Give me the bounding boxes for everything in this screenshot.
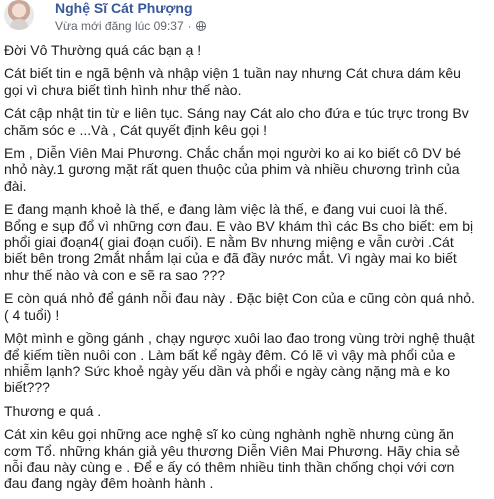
paragraph-line: phổi giai đoạn4( giai đoạn cuối). E nằm … <box>4 234 454 251</box>
paragraph-line: đau đang ngày đêm hoành hành . <box>4 475 214 492</box>
post-timestamp[interactable]: Vừa mới đăng lúc 09:37 <box>55 19 184 33</box>
paragraph-line: Đời Vô Thường quá các bạn ạ ! <box>4 42 202 58</box>
globe-icon[interactable] <box>195 21 206 31</box>
paragraph-line: nhỏ này.1 gương mặt rất quen thuộc của p… <box>4 161 460 178</box>
paragraph-line: Cát cập nhật tin từ e liên tục. Sáng nay… <box>4 105 469 122</box>
paragraph-line: biết bên trong 2mắt nhắm lại của e đã đầ… <box>4 250 457 267</box>
post-paragraph: Cát cập nhật tin từ e liên tục. Sáng nay… <box>4 105 490 138</box>
post-paragraph: Cát biết tin e ngã bệnh và nhập viện 1 t… <box>4 65 490 98</box>
post-paragraph: E đang mạnh khoẻ là thế, e đang làm việc… <box>4 201 490 283</box>
author-name[interactable]: Nghệ Sĩ Cát Phượng <box>55 0 193 16</box>
post-paragraph: Thương e quá . <box>4 403 490 419</box>
meta-separator: · <box>187 19 192 33</box>
paragraph-line: Em , Diễn Viên Mai Phương. Chắc chắn mọi… <box>4 145 462 162</box>
post-paragraph: Em , Diễn Viên Mai Phương. Chắc chắn mọi… <box>4 145 490 194</box>
facebook-post: Nghệ Sĩ Cát Phượng Vừa mới đăng lúc 09:3… <box>0 0 494 497</box>
paragraph-line: gọi vì chưa biết tình hình như thế nào. <box>4 81 242 98</box>
paragraph-line: cơm Tổ. những khán giả yêu thương Diễn V… <box>4 442 460 459</box>
post-meta: Vừa mới đăng lúc 09:37 · <box>55 19 206 33</box>
paragraph-line: đài. <box>4 177 27 194</box>
paragraph-line: Cát xin kêu gọi những ace nghệ sĩ ko cùn… <box>4 426 454 443</box>
paragraph-line: Một mình e gồng gánh , chạy ngược xuôi l… <box>4 330 475 347</box>
paragraph-line: như thế nào và con e sẽ ra sao ??? <box>4 266 226 283</box>
paragraph-line: Bổng e sụp đổ vì những cơn đau. E vào BV… <box>4 217 474 234</box>
paragraph-line: chăm sóc e ...Và , Cát quyết định kêu gọ… <box>4 121 268 138</box>
paragraph-line: Cát biết tin e ngã bệnh và nhập viện 1 t… <box>4 65 461 82</box>
post-paragraph: Một mình e gồng gánh , chạy ngược xuôi l… <box>4 330 490 396</box>
avatar[interactable] <box>4 0 34 30</box>
paragraph-line: để kiếm tiền nuôi con . Làm bất kể ngày … <box>4 346 456 363</box>
paragraph-line: biết??? <box>4 379 50 396</box>
post-body: Đời Vô Thường quá các bạn ạ ! Cát biết ti… <box>4 42 490 499</box>
post-paragraph: Đời Vô Thường quá các bạn ạ ! <box>4 42 490 58</box>
paragraph-line: E đang mạnh khoẻ là thế, e đang làm việc… <box>4 201 448 218</box>
paragraph-line: Thương e quá . <box>4 402 102 419</box>
paragraph-line: ( 4 tuổi) ! <box>4 306 60 323</box>
paragraph-line: nhiễm lạnh? Sức khoẻ ngày yếu dần và phổ… <box>4 362 451 379</box>
post-paragraph: Cát xin kêu gọi những ace nghệ sĩ ko cùn… <box>4 426 490 492</box>
paragraph-line: E còn quá nhỏ để gánh nỗi đau này . Đặc … <box>4 290 475 307</box>
post-header: Nghệ Sĩ Cát Phượng Vừa mới đăng lúc 09:3… <box>0 0 494 40</box>
post-paragraph: E còn quá nhỏ để gánh nỗi đau này . Đặc … <box>4 290 490 323</box>
paragraph-line: nỗi đau này cùng e . Để e ấy có thêm nhi… <box>4 458 455 475</box>
